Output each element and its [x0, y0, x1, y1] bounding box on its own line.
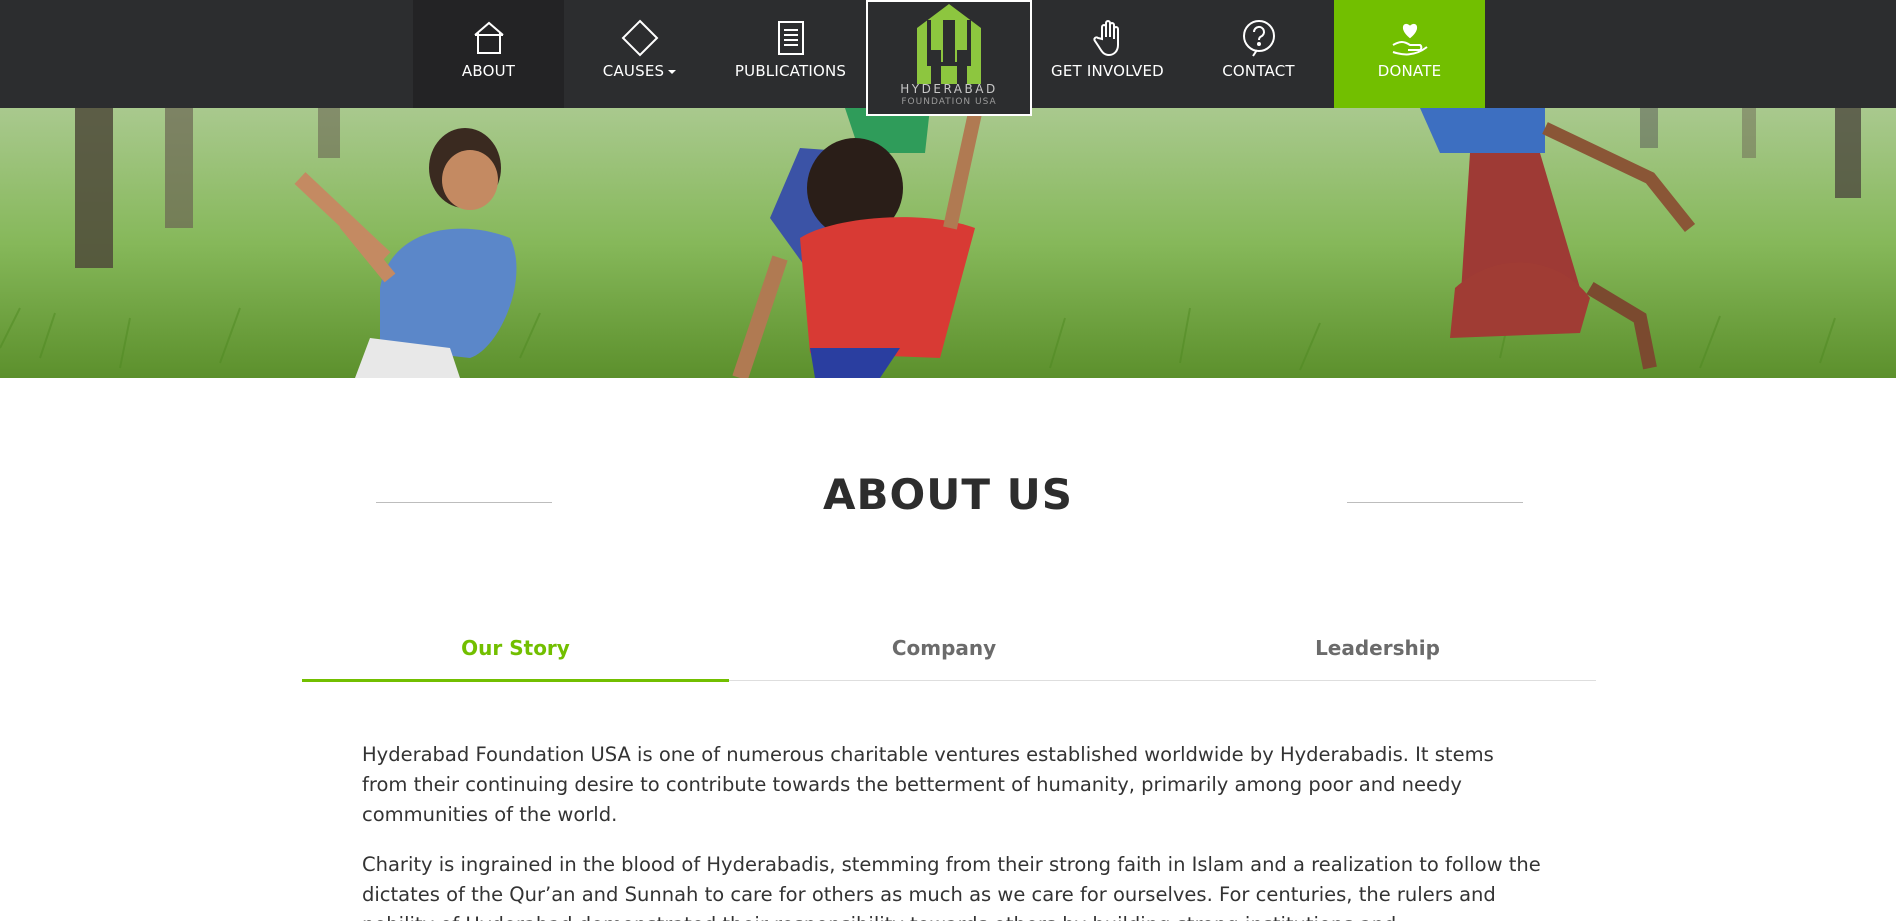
question-bubble-icon	[1239, 18, 1279, 58]
chevron-down-icon	[668, 69, 677, 74]
nav-label-contact: CONTACT	[1222, 62, 1295, 80]
heart-hand-icon	[1390, 18, 1430, 58]
nav-label-causes: CAUSES	[602, 62, 665, 80]
tab-our-story[interactable]: Our Story	[302, 636, 729, 682]
site-logo[interactable]: HYDERABAD FOUNDATION USA	[866, 0, 1032, 116]
nav-item-publications[interactable]: PUBLICATIONS	[715, 0, 866, 108]
hero-banner-image	[0, 108, 1896, 378]
nav-item-about[interactable]: ABOUT	[413, 0, 564, 108]
page-title: ABOUT US	[823, 470, 1073, 519]
nav-item-contact[interactable]: CONTACT	[1183, 0, 1334, 108]
nav-menu: ABOUT CAUSES PUBLICATIONS HYDERABAD FOUN…	[413, 0, 1485, 116]
about-tabs: Our Story Company Leadership	[302, 636, 1596, 682]
tab-company[interactable]: Company	[729, 636, 1159, 680]
nav-item-get-involved[interactable]: GET INVOLVED	[1032, 0, 1183, 108]
our-story-content: Hyderabad Foundation USA is one of numer…	[362, 740, 1542, 921]
nav-label-donate: DONATE	[1377, 62, 1442, 80]
hero-photo	[0, 108, 1896, 378]
story-paragraph: Charity is ingrained in the blood of Hyd…	[362, 853, 1541, 921]
house-icon	[469, 18, 509, 58]
document-icon	[771, 18, 811, 58]
nav-label-get-involved: GET INVOLVED	[1051, 62, 1164, 80]
logo-mark-icon	[917, 4, 981, 84]
hand-icon	[1088, 18, 1128, 58]
top-navigation: ABOUT CAUSES PUBLICATIONS HYDERABAD FOUN…	[0, 0, 1896, 116]
nav-item-causes[interactable]: CAUSES	[564, 0, 715, 108]
diamond-icon	[620, 18, 660, 58]
story-paragraph: Hyderabad Foundation USA is one of numer…	[362, 743, 1494, 826]
logo-text-hyderabad: HYDERABAD	[900, 82, 998, 96]
tab-leadership[interactable]: Leadership	[1159, 636, 1596, 680]
title-divider-right	[1347, 502, 1523, 503]
logo-text-foundation: FOUNDATION USA	[901, 97, 997, 107]
nav-item-donate[interactable]: DONATE	[1334, 0, 1485, 108]
nav-label-about: ABOUT	[461, 62, 516, 80]
nav-label-publications: PUBLICATIONS	[734, 62, 847, 80]
